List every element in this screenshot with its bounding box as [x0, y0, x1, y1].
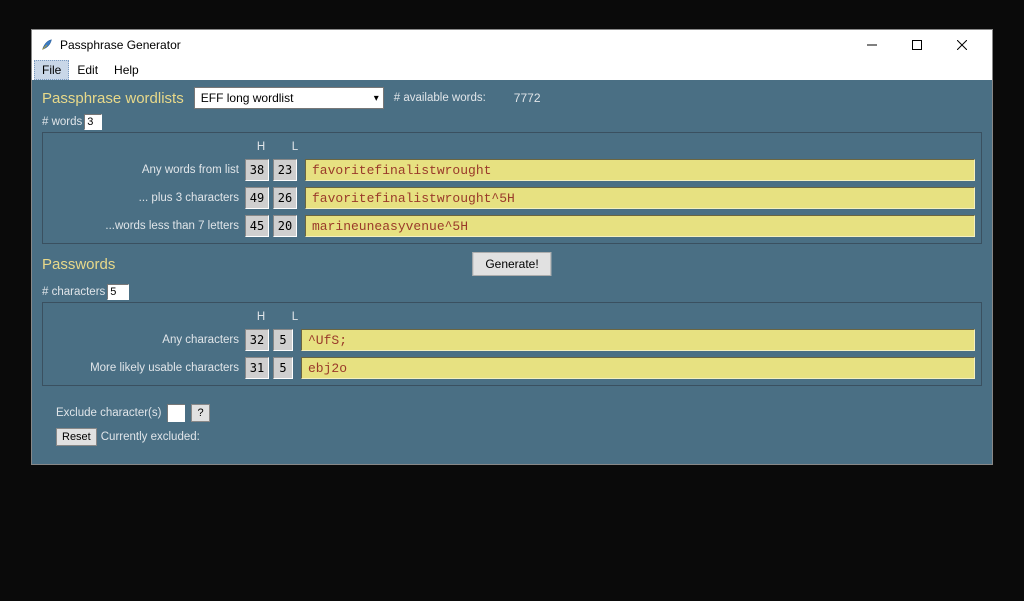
chevron-down-icon: ▾: [374, 93, 379, 104]
h-value: 49: [245, 187, 269, 209]
row-label-less7: ...words less than 7 letters: [45, 220, 245, 232]
minimize-button[interactable]: [849, 30, 894, 60]
h-value: 32: [245, 329, 269, 351]
l-header: L: [285, 141, 305, 153]
wordlists-label: Passphrase wordlists: [42, 90, 184, 107]
reset-button[interactable]: Reset: [56, 428, 97, 446]
menu-file[interactable]: File: [34, 60, 69, 80]
l-value: 23: [273, 159, 297, 181]
titlebar: Passphrase Generator: [32, 30, 992, 60]
password-output-2[interactable]: ebj2o: [301, 357, 975, 379]
feather-icon: [40, 38, 54, 52]
menubar: File Edit Help: [32, 60, 992, 80]
wordlist-dropdown[interactable]: EFF long wordlist ▾: [194, 87, 384, 109]
l-value: 26: [273, 187, 297, 209]
available-words-label: # available words:: [394, 92, 486, 104]
content-area: Passphrase wordlists EFF long wordlist ▾…: [32, 80, 992, 464]
passphrase-output-2[interactable]: favoritefinalistwrought^5H: [305, 187, 975, 209]
currently-excluded-label: Currently excluded:: [101, 431, 200, 443]
passphrase-output-1[interactable]: favoritefinalistwrought: [305, 159, 975, 181]
h-value: 38: [245, 159, 269, 181]
available-words-value: 7772: [514, 91, 541, 105]
l-value: 20: [273, 215, 297, 237]
h-value: 45: [245, 215, 269, 237]
menu-help[interactable]: Help: [106, 60, 147, 80]
h-header: H: [251, 311, 271, 323]
exclude-help-button[interactable]: ?: [191, 404, 209, 422]
menu-edit[interactable]: Edit: [69, 60, 106, 80]
passphrase-output-3[interactable]: marineuneasyvenue^5H: [305, 215, 975, 237]
nchars-input[interactable]: 5: [107, 284, 129, 300]
h-value: 31: [245, 357, 269, 379]
password-group: H L Any characters 32 5 ^UfS; More likel…: [42, 302, 982, 386]
nwords-input[interactable]: 3: [84, 114, 102, 130]
row-label-anywords: Any words from list: [45, 164, 245, 176]
row-label-anychars: Any characters: [45, 334, 245, 346]
exclude-input[interactable]: [167, 404, 185, 422]
nwords-label: # words: [42, 116, 82, 128]
passwords-label: Passwords: [42, 256, 115, 273]
h-header: H: [251, 141, 271, 153]
password-output-1[interactable]: ^UfS;: [301, 329, 975, 351]
maximize-button[interactable]: [894, 30, 939, 60]
close-button[interactable]: [939, 30, 984, 60]
l-value: 5: [273, 329, 293, 351]
l-header: L: [285, 311, 305, 323]
nchars-label: # characters: [42, 286, 105, 298]
window-title: Passphrase Generator: [60, 38, 181, 52]
app-window: Passphrase Generator File Edit Help Pass…: [32, 30, 992, 464]
passphrase-group: H L Any words from list 38 23 favoritefi…: [42, 132, 982, 244]
generate-button[interactable]: Generate!: [472, 252, 551, 276]
row-label-usable: More likely usable characters: [45, 362, 245, 374]
wordlist-value: EFF long wordlist: [201, 91, 294, 105]
row-label-plus3: ... plus 3 characters: [45, 192, 245, 204]
l-value: 5: [273, 357, 293, 379]
exclude-label: Exclude character(s): [56, 407, 161, 419]
